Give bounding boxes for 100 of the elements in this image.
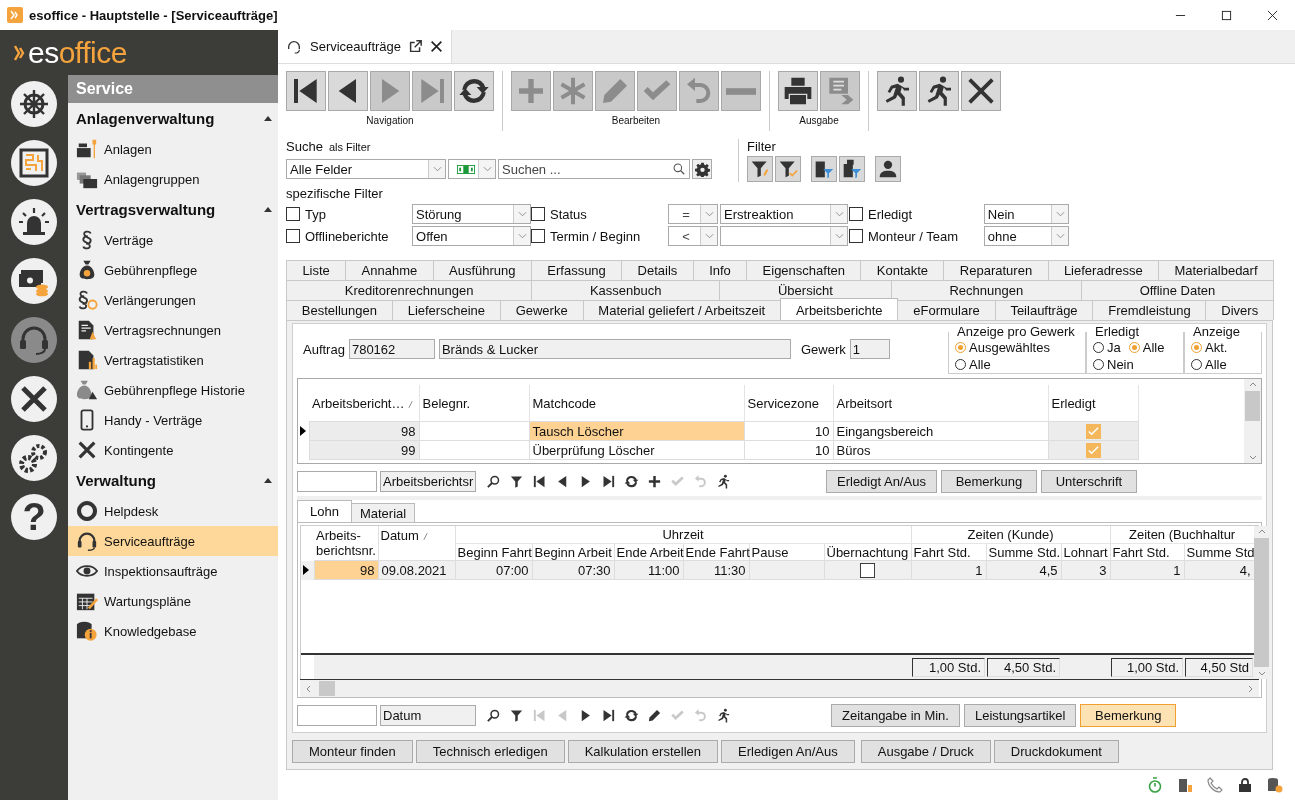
run-button[interactable] — [877, 71, 917, 111]
action-button[interactable]: Monteur finden — [292, 740, 413, 763]
scroll-down-icon[interactable] — [1257, 671, 1266, 676]
module-button[interactable]: ? — [11, 494, 57, 540]
column-header[interactable]: Servicezone — [747, 395, 820, 411]
pop-out-icon[interactable] — [409, 40, 423, 53]
scroll-up-icon[interactable] — [1257, 529, 1266, 534]
action-button[interactable]: Druckdokument — [993, 740, 1119, 763]
settings-button[interactable] — [692, 159, 712, 179]
module-button[interactable] — [11, 376, 57, 422]
action-button[interactable]: Kalkulation erstellen — [567, 740, 718, 763]
collapse-caret-icon[interactable] — [264, 116, 272, 121]
tab[interactable]: Fremdleistung — [1092, 300, 1207, 320]
sidebar-item[interactable]: Anlagengruppen — [68, 164, 278, 194]
scrollbar[interactable] — [300, 679, 1259, 697]
module-button[interactable] — [11, 81, 57, 127]
tab[interactable]: Details — [621, 260, 694, 280]
column-header[interactable]: Arbeitsort — [836, 395, 893, 411]
column-header[interactable]: Erledigt — [1051, 395, 1096, 411]
radio-option[interactable]: Akt. — [1191, 339, 1255, 356]
operator-dropdown[interactable]: < — [668, 226, 718, 246]
checkbox[interactable] — [849, 207, 863, 221]
document-tab[interactable]: Serviceaufträge — [278, 30, 453, 63]
radio-option[interactable]: Ausgewähltes — [955, 339, 1079, 356]
action-button[interactable]: Technisch erledigen — [415, 740, 565, 763]
field-dropdown[interactable]: Alle Felder — [286, 159, 446, 179]
sidebar-item[interactable]: Serviceaufträge — [68, 526, 278, 556]
filter-dropdown[interactable]: Nein — [983, 204, 1069, 224]
tab[interactable]: Offline Daten — [1080, 280, 1274, 300]
radio-button[interactable] — [1191, 342, 1202, 353]
filter-button[interactable] — [875, 156, 901, 182]
tab[interactable]: Kreditorenrechnungen — [286, 280, 533, 300]
module-button[interactable] — [11, 258, 57, 304]
filter-dropdown[interactable]: Erstreaktion — [720, 204, 848, 224]
filter-button[interactable] — [747, 156, 773, 182]
tab[interactable]: Divers — [1205, 300, 1274, 320]
filter-dropdown[interactable]: Offen — [412, 226, 531, 246]
print-button[interactable] — [778, 71, 818, 111]
tab[interactable]: Ausführung — [432, 260, 532, 280]
previous-button[interactable] — [328, 71, 368, 111]
checkbox[interactable] — [849, 229, 863, 243]
tab[interactable]: Kassenbuch — [531, 280, 721, 300]
radio-button[interactable] — [1128, 342, 1140, 353]
tab[interactable]: Eigenschaften — [746, 260, 862, 280]
tab[interactable]: Reparaturen — [943, 260, 1049, 280]
tab[interactable]: Erfassung — [530, 260, 623, 280]
radio-button[interactable] — [1191, 359, 1202, 370]
radio-option[interactable]: Ja — [1093, 339, 1121, 356]
scroll-thumb[interactable] — [319, 681, 335, 696]
sidebar-item[interactable]: Vertragsrechnungen — [68, 315, 278, 345]
sidebar-item[interactable]: Verlängerungen — [68, 285, 278, 315]
sidebar-item[interactable]: Kontingente — [68, 435, 278, 465]
sidebar-item[interactable]: Vertragstatistiken — [68, 345, 278, 375]
column-header[interactable]: Ende Arbeit — [616, 544, 684, 560]
input-field[interactable]: Arbeitsberichtsr — [380, 470, 476, 492]
tab[interactable]: Bestellungen — [286, 300, 393, 320]
checkbox[interactable] — [286, 229, 300, 243]
action-button[interactable]: Bemerkung — [940, 469, 1037, 493]
tab[interactable]: eFormulare — [897, 300, 996, 320]
column-header[interactable]: Summe Std. — [988, 544, 1061, 560]
tab[interactable]: Kontakte — [860, 260, 945, 280]
radio-button[interactable] — [1093, 359, 1104, 370]
checkbox[interactable] — [286, 207, 300, 221]
column-header[interactable]: Fahrt Std. — [913, 544, 971, 560]
radio-button[interactable] — [1093, 342, 1104, 353]
input-field[interactable] — [297, 470, 377, 492]
sidebar-item[interactable]: Anlagen — [68, 134, 278, 164]
column-header[interactable]: Pause — [751, 544, 789, 560]
filter-dropdown[interactable]: Störung — [412, 204, 531, 224]
checked-box-icon[interactable] — [1085, 424, 1101, 440]
tab[interactable]: Lieferadresse — [1047, 260, 1160, 280]
scroll-thumb[interactable] — [1245, 391, 1260, 421]
sidebar-item[interactable]: Wartungspläne — [68, 586, 278, 616]
sidebar-item[interactable]: Gebührenpflege Historie — [68, 375, 278, 405]
close-button[interactable] — [961, 71, 1001, 111]
tab[interactable]: Material geliefert / Arbeitszeit — [582, 300, 782, 320]
checkbox-icon[interactable] — [860, 563, 876, 579]
action-button[interactable]: Zeitangabe in Min. — [831, 703, 960, 727]
column-header[interactable]: Übernachtung — [826, 544, 909, 560]
action-button[interactable]: Unterschrift — [1040, 469, 1137, 493]
column-header[interactable]: Belegnr. — [422, 395, 471, 411]
checkbox[interactable] — [531, 229, 545, 243]
action-button[interactable]: Erledigen An/Aus — [721, 740, 855, 763]
module-button[interactable] — [11, 435, 57, 481]
column-header[interactable]: Lohnart — [1063, 544, 1108, 560]
tab[interactable]: Material — [350, 503, 416, 522]
action-button[interactable]: Leistungsartikel — [963, 703, 1077, 727]
scroll-down-icon[interactable] — [1248, 455, 1257, 460]
scroll-up-icon[interactable] — [1248, 382, 1257, 387]
first-record-button[interactable] — [286, 71, 326, 111]
radio-button[interactable] — [955, 342, 966, 353]
column-header[interactable]: Arbeitsbericht… — [312, 395, 405, 411]
sidebar-item[interactable]: Gebührenpflege — [68, 255, 278, 285]
close-icon[interactable] — [430, 40, 444, 53]
tab[interactable]: Übersicht — [719, 280, 892, 300]
tab[interactable]: Arbeitsberichte — [780, 298, 899, 321]
input-field[interactable]: Datum — [380, 704, 476, 726]
tab[interactable]: Lohn — [297, 500, 352, 522]
tab[interactable]: Info — [692, 260, 748, 280]
tab[interactable]: Gewerke — [499, 300, 584, 320]
